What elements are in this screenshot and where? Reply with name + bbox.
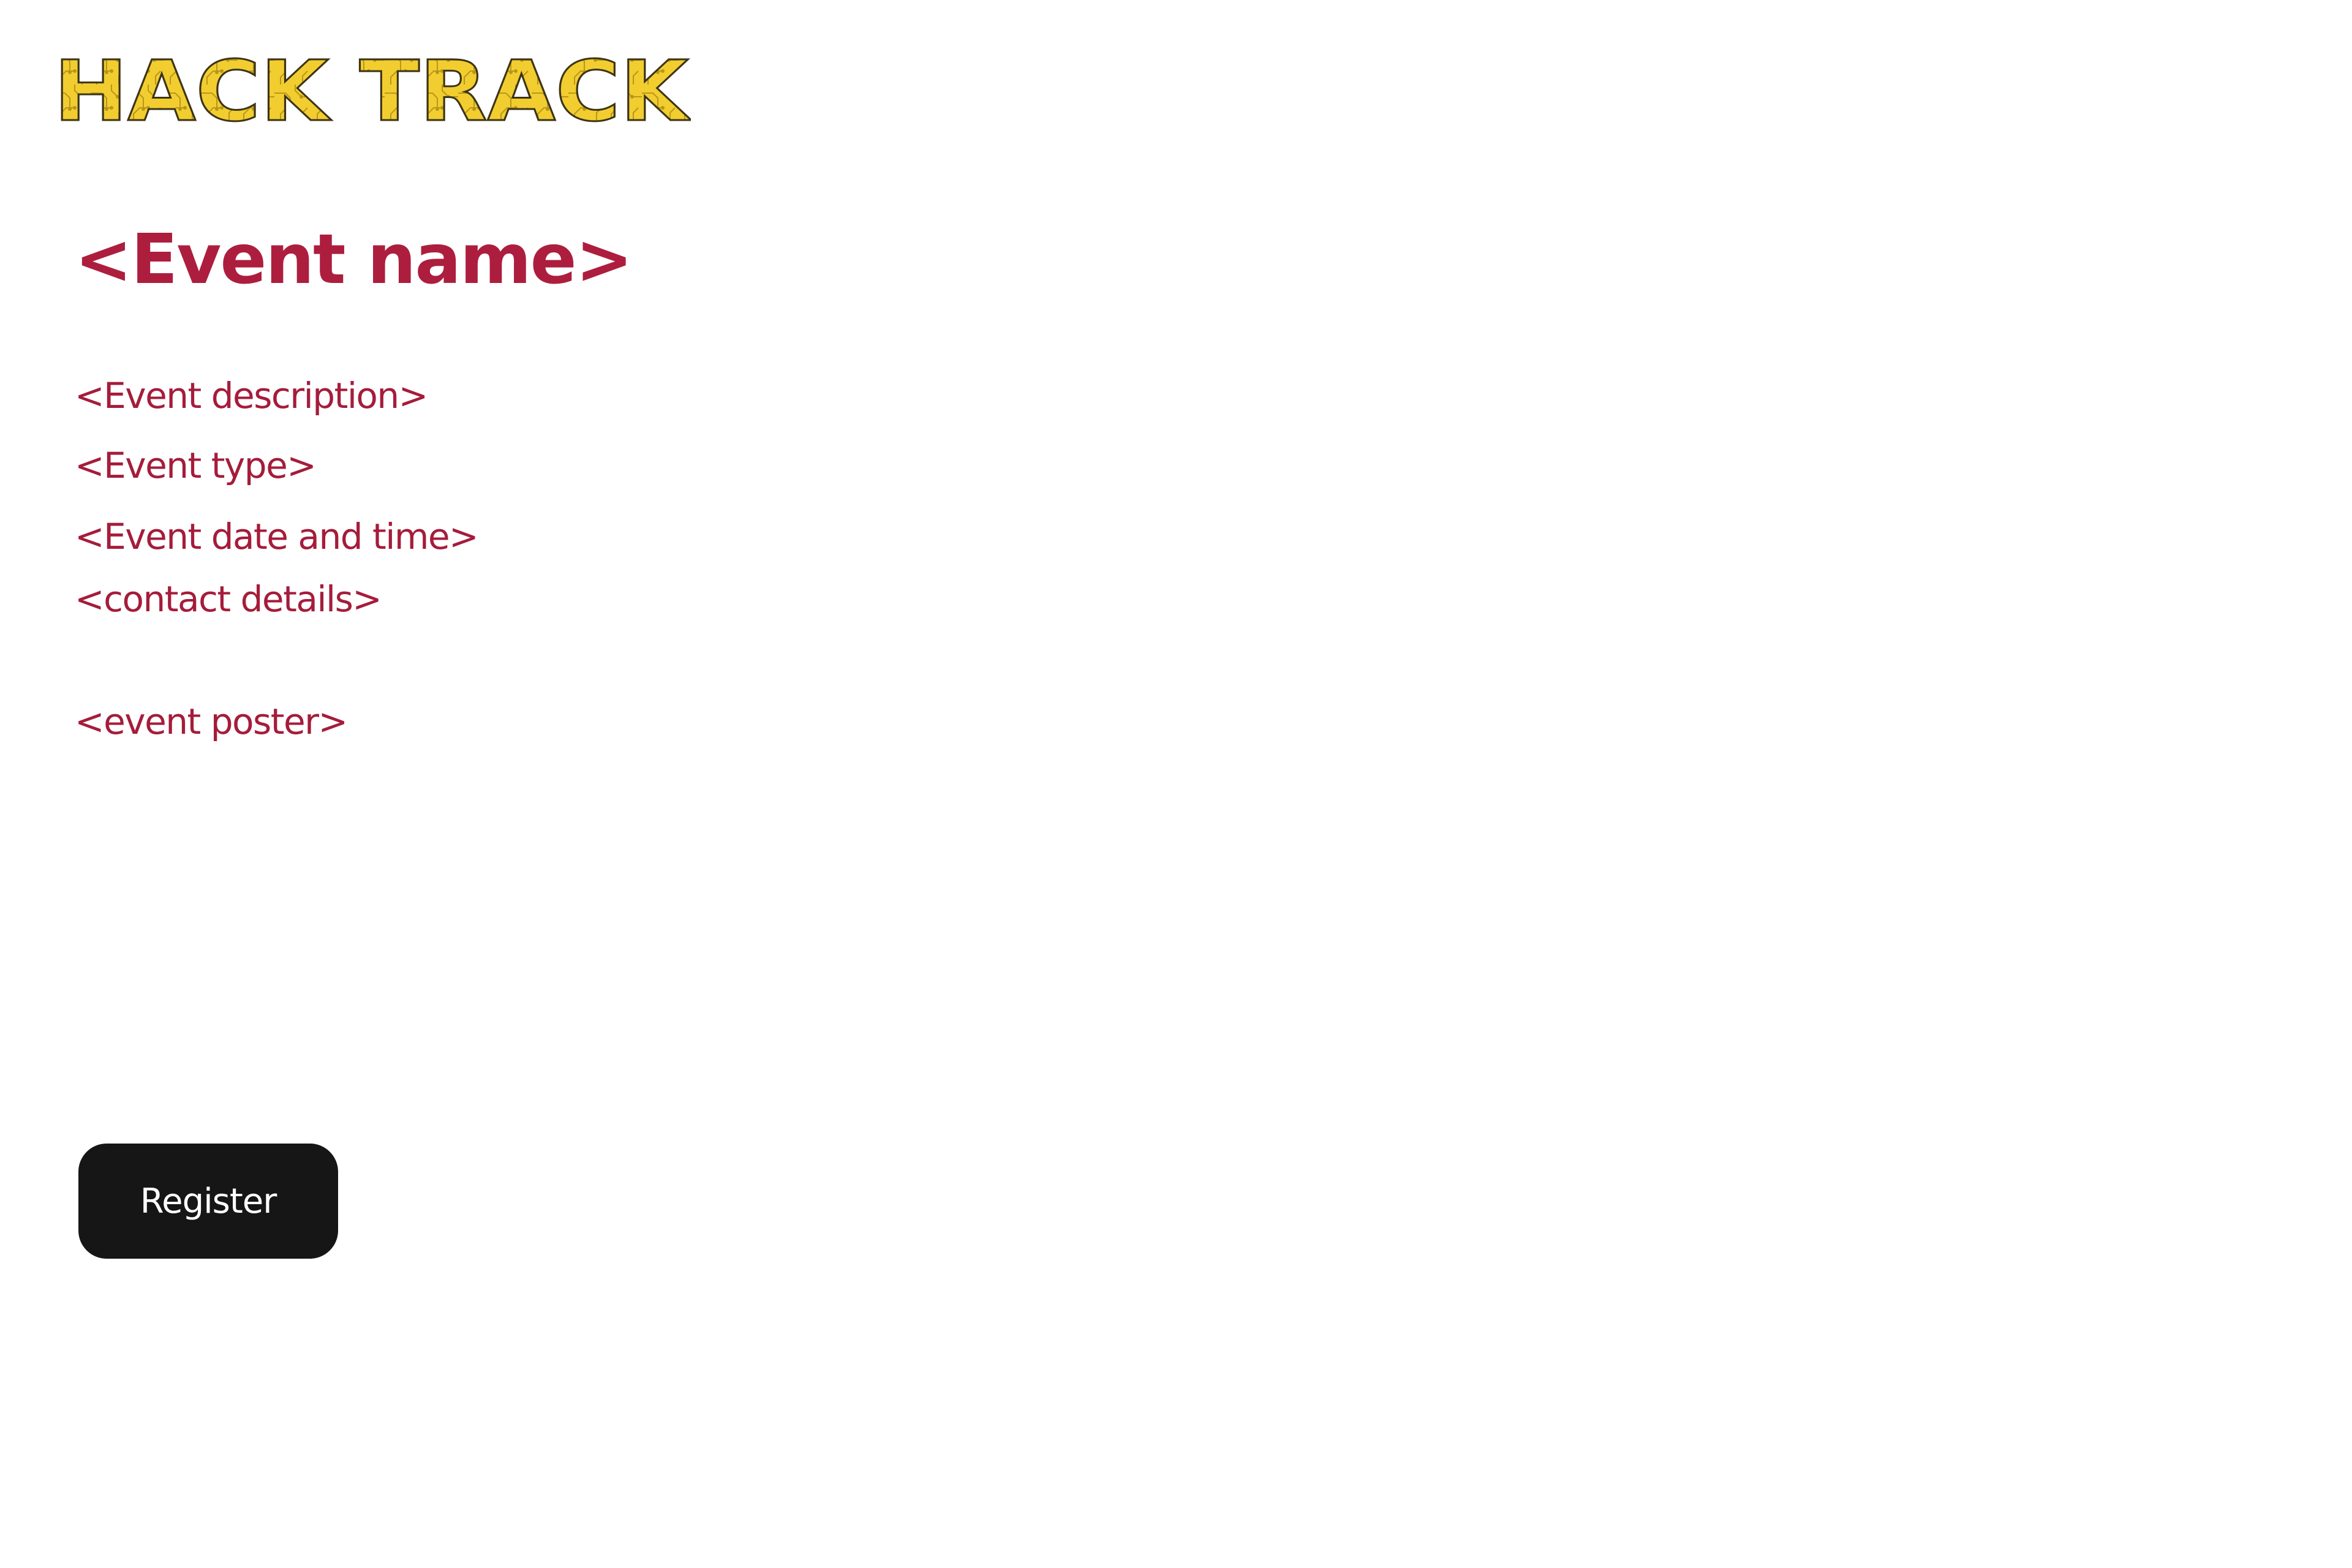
register-button[interactable]: Register (78, 1144, 338, 1259)
event-poster: <event poster> (75, 701, 348, 742)
event-contact-details: <contact details> (75, 578, 382, 620)
hack-track-logo-icon[interactable]: HACK TRACK (54, 48, 691, 127)
event-date-time: <Event date and time> (75, 516, 479, 557)
event-type: <Event type> (75, 445, 317, 486)
event-description: <Event description> (75, 375, 428, 417)
svg-text:HACK TRACK: HACK TRACK (54, 48, 691, 127)
event-name-heading: <Event name> (75, 220, 633, 300)
